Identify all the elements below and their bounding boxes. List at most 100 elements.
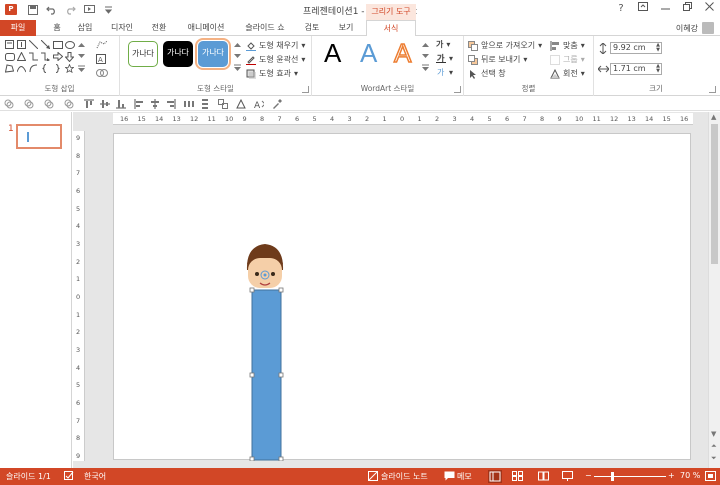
group-objects-button[interactable]: 그룹 ▾: [550, 54, 585, 65]
user-name[interactable]: 이혜강: [676, 23, 698, 34]
previous-slide-icon[interactable]: ⏶: [711, 442, 717, 451]
tab-animations[interactable]: 애니메이션: [178, 20, 234, 36]
right-brace-shape-icon[interactable]: [52, 63, 63, 74]
vertical-scrollbar[interactable]: ▲ ▼ ⏶ ⏷: [708, 112, 720, 468]
wordart-scroll-up-icon[interactable]: [422, 40, 429, 49]
gallery-scroll-up-icon[interactable]: [76, 39, 87, 50]
layers-icon[interactable]: [44, 99, 54, 109]
scrollbar-thumb[interactable]: [711, 124, 718, 264]
comments-button[interactable]: 메모: [457, 471, 472, 482]
right-arrow-shape-icon[interactable]: [52, 51, 63, 62]
rectangle-shape-icon[interactable]: [52, 39, 63, 50]
rotate-button[interactable]: 회전 ▾: [550, 68, 585, 79]
line-shape-icon[interactable]: [28, 39, 39, 50]
minimize-icon[interactable]: [658, 2, 672, 16]
fit-slide-icon[interactable]: [705, 471, 716, 481]
zoom-in-button[interactable]: +: [668, 471, 675, 480]
text-fill-button[interactable]: 가 ▾: [436, 39, 450, 50]
height-spinner-icon[interactable]: ▲ ▼: [656, 43, 660, 53]
selection-pane-button[interactable]: 선택 창: [468, 68, 506, 79]
align-bottom-icon[interactable]: [116, 99, 126, 109]
elbow-connector-shape-icon[interactable]: [28, 51, 39, 62]
slideshow-view-icon[interactable]: [562, 471, 573, 481]
align-center-icon[interactable]: [150, 99, 160, 109]
tab-design[interactable]: 디자인: [104, 20, 140, 36]
tab-insert[interactable]: 삽입: [72, 20, 98, 36]
distribute-horizontal-icon[interactable]: [184, 99, 194, 109]
selected-rectangle-shape[interactable]: [249, 287, 284, 462]
styles-scroll-down-icon[interactable]: [234, 52, 241, 61]
layers-icon[interactable]: [4, 99, 14, 109]
slide-canvas[interactable]: [113, 133, 691, 462]
wordart-scroll-down-icon[interactable]: [422, 52, 429, 61]
width-spinner-icon[interactable]: ▲ ▼: [656, 64, 660, 74]
tab-file[interactable]: 파일: [0, 20, 36, 36]
shape-fill-button[interactable]: 도형 채우기 ▾: [246, 40, 305, 51]
gallery-more-icon[interactable]: [76, 63, 87, 74]
tab-view[interactable]: 보기: [332, 20, 360, 36]
eyedropper-icon[interactable]: [272, 99, 282, 109]
wordart-more-icon[interactable]: [422, 64, 429, 73]
left-brace-shape-icon[interactable]: [40, 63, 51, 74]
help-button[interactable]: ?: [614, 2, 628, 16]
next-slide-icon[interactable]: ⏷: [711, 454, 717, 463]
vertical-ruler[interactable]: 9 8 7 6 5 4 3 2 1 0 1 2 3 4 5 6 7 8 9: [73, 131, 85, 461]
quick-style-dark[interactable]: 가나다: [163, 41, 193, 67]
format-painter-icon[interactable]: A: [254, 99, 264, 109]
bring-forward-button[interactable]: 앞으로 가져오기 ▾: [468, 40, 542, 51]
scroll-down-arrow-icon[interactable]: ▼: [711, 430, 716, 438]
zoom-slider[interactable]: [594, 476, 666, 477]
wordart-style-blue[interactable]: A: [360, 38, 377, 69]
scroll-up-arrow-icon[interactable]: ▲: [711, 113, 716, 121]
tab-transitions[interactable]: 전환: [146, 20, 172, 36]
character-head-image[interactable]: [246, 244, 284, 288]
wordart-style-black[interactable]: A: [324, 38, 341, 69]
wordart-style-orange-outline[interactable]: A: [393, 37, 412, 69]
text-effects-button[interactable]: 가 ▾: [436, 67, 453, 78]
arc-shape-icon[interactable]: [28, 63, 39, 74]
tab-format[interactable]: 서식: [366, 20, 416, 37]
shape-width-input[interactable]: 1.71 cm ▲ ▼: [610, 63, 662, 75]
align-left-icon[interactable]: [134, 99, 144, 109]
draw-textbox-icon[interactable]: A: [96, 54, 108, 64]
wordart-dialog-launcher[interactable]: [454, 86, 461, 93]
star-shape-icon[interactable]: [64, 63, 75, 74]
align-middle-icon[interactable]: [100, 99, 110, 109]
text-outline-button[interactable]: 가 ▾: [436, 53, 453, 63]
zoom-level[interactable]: 70 %: [680, 471, 700, 480]
gallery-scroll-down-icon[interactable]: [76, 51, 87, 62]
down-arrow-shape-icon[interactable]: [64, 51, 75, 62]
slide-count[interactable]: 슬라이드 1/1: [6, 471, 51, 482]
tab-review[interactable]: 검토: [298, 20, 326, 36]
arrow-line-shape-icon[interactable]: [40, 39, 51, 50]
group-icon[interactable]: [218, 99, 228, 109]
merge-shapes-icon[interactable]: [96, 68, 108, 78]
comments-icon[interactable]: [444, 471, 455, 481]
rounded-rect-shape-icon[interactable]: [4, 51, 15, 62]
restore-icon[interactable]: [680, 2, 694, 16]
shape-outline-button[interactable]: 도형 윤곽선 ▾: [246, 54, 305, 65]
slide-thumbnail[interactable]: [16, 124, 62, 149]
align-right-icon[interactable]: [166, 99, 176, 109]
notes-button[interactable]: 슬라이드 노트: [381, 471, 428, 482]
close-icon[interactable]: [702, 2, 716, 16]
spelling-check-icon[interactable]: [64, 471, 75, 481]
horizontal-ruler[interactable]: 16 15 14 13 12 11 10 9 8 7 6 5 4 3 2 1 0 1 2 3 4 5 6 7 8 9 10 11 12 1…: [113, 113, 693, 125]
notes-icon[interactable]: [368, 471, 379, 481]
styles-more-icon[interactable]: [234, 64, 241, 73]
shape-styles-dialog-launcher[interactable]: [302, 86, 309, 93]
quick-style-blue-selected[interactable]: 가나다: [195, 38, 231, 70]
shape-height-input[interactable]: 9.92 cm ▲ ▼: [610, 42, 662, 54]
align-button[interactable]: 맞춤 ▾: [550, 40, 585, 51]
shape-effects-button[interactable]: 도형 효과 ▾: [246, 68, 298, 79]
reading-view-icon[interactable]: [538, 471, 549, 481]
oval-shape-icon[interactable]: [64, 39, 75, 50]
rotate-tool-icon[interactable]: [236, 99, 246, 109]
align-top-icon[interactable]: [84, 99, 94, 109]
curve-shape-icon[interactable]: [16, 63, 27, 74]
edit-shape-icon[interactable]: [96, 40, 108, 50]
tab-slideshow[interactable]: 슬라이드 쇼: [240, 20, 290, 36]
slide-sorter-view-icon[interactable]: [512, 471, 523, 481]
textbox-shape-icon[interactable]: [4, 39, 15, 50]
styles-scroll-up-icon[interactable]: [234, 40, 241, 49]
